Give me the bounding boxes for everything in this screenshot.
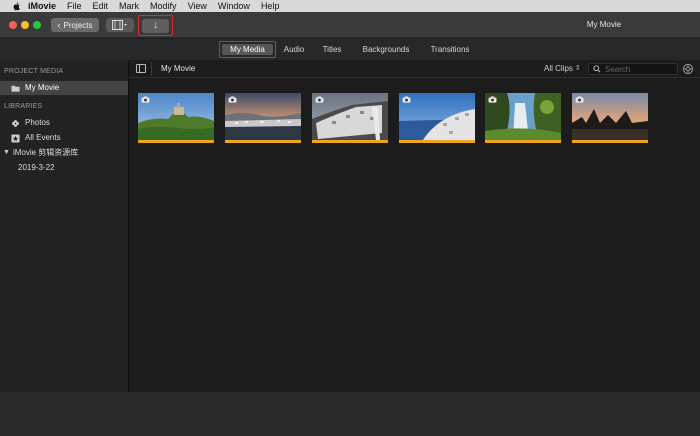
- clip-thumbnail[interactable]: [225, 93, 301, 143]
- clip-thumbnail[interactable]: [138, 93, 214, 143]
- sidebar-item-all-events[interactable]: All Events: [0, 131, 128, 145]
- sidebar-item-library[interactable]: ▼ iMovie 剪辑资源库: [0, 146, 128, 160]
- media-browser-title: My Movie: [161, 64, 196, 73]
- sidebar-toggle-icon[interactable]: [136, 64, 146, 73]
- import-highlight-frame: ↓: [138, 15, 173, 36]
- camera-icon: [228, 96, 237, 103]
- tab-transitions[interactable]: Transitions: [424, 43, 476, 56]
- media-browser-toggle-button[interactable]: [106, 18, 134, 32]
- search-icon: [593, 65, 601, 73]
- projects-button-label: Projects: [63, 20, 93, 30]
- clip-filter-select[interactable]: All Clips ⇕: [544, 60, 581, 78]
- star-icon: [11, 133, 20, 143]
- sidebar-item-label: 2019-3-22: [18, 163, 55, 172]
- fullscreen-window-button[interactable]: [33, 21, 41, 29]
- sidebar-item-label: All Events: [25, 133, 61, 142]
- up-down-chevron-icon: ⇕: [574, 65, 581, 72]
- menu-window[interactable]: Window: [218, 0, 250, 12]
- sidebar-item-event[interactable]: 2019-3-22: [0, 161, 128, 175]
- clip-duration-bar: [485, 140, 561, 143]
- window-toolbar: ‹ Projects ↓ My Movie: [0, 12, 700, 38]
- clip-duration-bar: [572, 140, 648, 143]
- clip-duration-bar: [225, 140, 301, 143]
- apple-icon[interactable]: [12, 2, 22, 11]
- viewer-area: [0, 392, 700, 436]
- search-field[interactable]: [588, 63, 678, 75]
- menu-bar: iMovie File Edit Mark Modify View Window…: [0, 0, 700, 12]
- window-title: My Movie: [586, 20, 622, 29]
- menu-view[interactable]: View: [188, 0, 207, 12]
- sidebar-item-label: Photos: [25, 118, 50, 127]
- sidebar-item-my-movie[interactable]: My Movie: [0, 81, 128, 95]
- camera-icon: [315, 96, 324, 103]
- clip-duration-bar: [138, 140, 214, 143]
- disclosure-triangle-icon[interactable]: ▼: [3, 146, 10, 160]
- tab-audio[interactable]: Audio: [278, 43, 310, 56]
- media-browser-header: My Movie All Clips ⇕: [129, 60, 700, 78]
- minimize-window-button[interactable]: [21, 21, 29, 29]
- media-browser: My Movie All Clips ⇕: [129, 60, 700, 392]
- clip-thumbnail[interactable]: [399, 93, 475, 143]
- browser-tab-bar: My Media Audio Titles Backgrounds Transi…: [0, 39, 700, 60]
- filmstrip-icon: [112, 20, 127, 30]
- menu-help[interactable]: Help: [261, 0, 280, 12]
- clip-thumbnail[interactable]: [312, 93, 388, 143]
- menu-modify[interactable]: Modify: [150, 0, 177, 12]
- import-media-button[interactable]: ↓: [142, 18, 169, 33]
- sidebar-item-photos[interactable]: Photos: [0, 116, 128, 130]
- clip-thumbnail[interactable]: [485, 93, 561, 143]
- clip-duration-bar: [312, 140, 388, 143]
- libraries-sidebar: PROJECT MEDIA My Movie LIBRARIES Photos …: [0, 60, 129, 392]
- sidebar-item-label: My Movie: [25, 83, 60, 92]
- gear-icon[interactable]: [682, 63, 694, 75]
- menu-file[interactable]: File: [67, 0, 82, 12]
- project-media-header: PROJECT MEDIA: [4, 68, 64, 75]
- camera-icon: [402, 96, 411, 103]
- divider: [151, 62, 152, 76]
- menu-app-name[interactable]: iMovie: [28, 0, 56, 12]
- camera-icon: [575, 96, 584, 103]
- search-input[interactable]: [605, 64, 675, 74]
- folder-icon: [11, 84, 20, 93]
- photos-icon: [11, 119, 20, 128]
- chevron-left-icon: ‹: [57, 19, 61, 30]
- clip-filter-label: All Clips: [544, 64, 573, 73]
- tab-my-media[interactable]: My Media: [221, 43, 274, 56]
- sidebar-item-label: iMovie 剪辑资源库: [12, 148, 79, 157]
- tab-backgrounds[interactable]: Backgrounds: [356, 43, 416, 56]
- menu-mark[interactable]: Mark: [119, 0, 139, 12]
- menu-edit[interactable]: Edit: [93, 0, 109, 12]
- down-arrow-icon: ↓: [153, 20, 158, 31]
- camera-icon: [488, 96, 497, 103]
- libraries-header: LIBRARIES: [4, 103, 43, 110]
- clip-thumbnail[interactable]: [572, 93, 648, 143]
- close-window-button[interactable]: [9, 21, 17, 29]
- projects-button[interactable]: ‹ Projects: [51, 18, 99, 32]
- clip-duration-bar: [399, 140, 475, 143]
- camera-icon: [141, 96, 150, 103]
- tab-titles[interactable]: Titles: [316, 43, 348, 56]
